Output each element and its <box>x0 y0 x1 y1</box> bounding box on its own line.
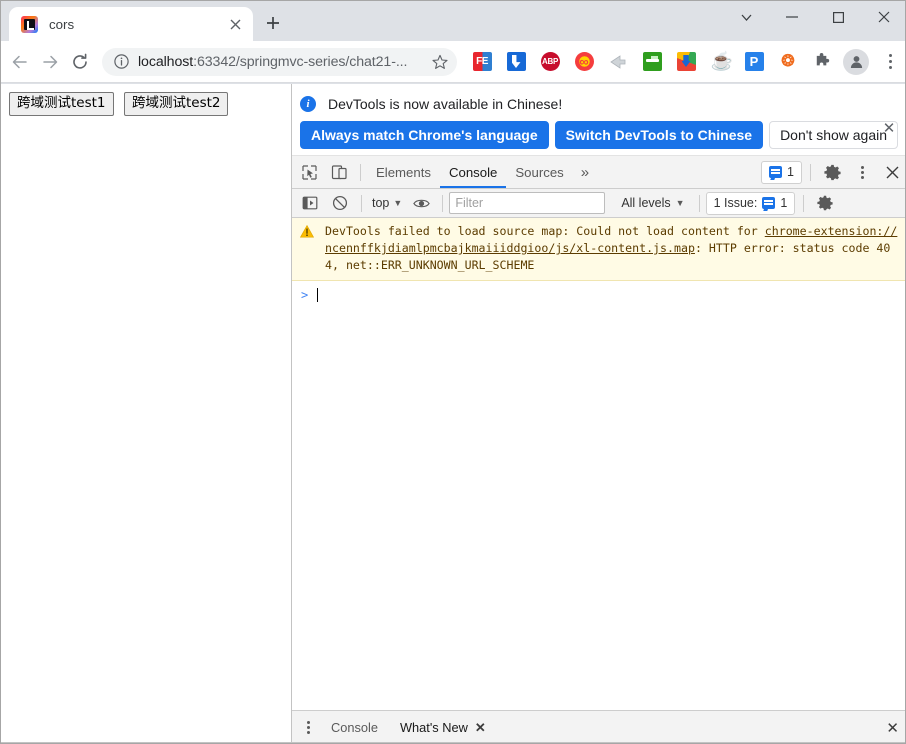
window-minimize-button[interactable] <box>769 1 815 33</box>
window-controls <box>723 1 906 41</box>
adblock-plus-extension-icon[interactable]: ABP <box>536 48 564 76</box>
console-filter-toolbar: top ▼ Filter All levels ▼ 1 Issue: 1 <box>292 189 906 218</box>
url-path: :63342/springmvc-series/chat21-... <box>193 54 407 70</box>
new-tab-button[interactable] <box>259 9 287 37</box>
devtools-close-icon[interactable] <box>878 159 906 185</box>
pocket-extension-icon[interactable]: P <box>740 48 768 76</box>
address-bar-url: localhost:63342/springmvc-series/chat21-… <box>138 54 427 70</box>
intellij-idea-favicon-icon <box>21 16 38 33</box>
window-bottom-edge <box>1 742 906 743</box>
issues-count: 1 <box>787 165 794 179</box>
tab-console[interactable]: Console <box>440 156 506 188</box>
tab-title: cors <box>49 17 225 32</box>
console-prompt[interactable]: > <box>292 284 906 305</box>
url-host: localhost <box>138 54 193 70</box>
tab-sources[interactable]: Sources <box>506 156 572 188</box>
chevron-down-icon: ▼ <box>393 198 402 208</box>
devtools-menu-icon[interactable] <box>848 159 876 185</box>
cors-test-button-1[interactable]: 跨域测试test1 <box>9 92 114 116</box>
console-output: DevTools failed to load source map: Coul… <box>292 218 906 710</box>
divider <box>360 164 361 181</box>
console-issues-chip[interactable]: 1 Issue: 1 <box>706 192 796 215</box>
switch-devtools-to-chinese-button[interactable]: Switch DevTools to Chinese <box>555 121 763 149</box>
tab-strip: cors <box>1 1 906 41</box>
drawer-menu-icon[interactable] <box>296 716 320 740</box>
console-sidebar-icon[interactable] <box>296 190 324 216</box>
drawer-tab-console[interactable]: Console <box>320 711 389 744</box>
console-text-cursor <box>317 288 318 302</box>
quick-extension-icon[interactable]: ❂ <box>774 48 802 76</box>
back-button[interactable] <box>7 45 33 79</box>
browser-window: cors <box>0 0 906 744</box>
divider <box>361 195 362 212</box>
warning-prefix: DevTools failed to load source map: Coul… <box>325 224 765 238</box>
execution-context-value: top <box>372 196 389 210</box>
divider <box>699 195 700 212</box>
issues-count: 1 <box>780 196 787 210</box>
console-prompt-caret-icon: > <box>301 288 308 302</box>
execution-context-selector[interactable]: top ▼ <box>368 196 406 210</box>
notification-close-icon[interactable]: ✕ <box>880 120 898 138</box>
extensions-puzzle-icon[interactable] <box>808 48 836 76</box>
console-warning-message[interactable]: DevTools failed to load source map: Coul… <box>292 218 906 281</box>
tab-elements[interactable]: Elements <box>367 156 440 188</box>
divider <box>810 164 811 181</box>
devtools-tab-bar: Elements Console Sources » 1 <box>292 156 906 189</box>
divider <box>442 195 443 212</box>
browser-menu-icon[interactable] <box>876 48 904 76</box>
console-settings-gear-icon[interactable] <box>811 190 839 216</box>
drawer-close-icon[interactable]: ✕ <box>886 719 899 737</box>
drawer-tab-label: What's New <box>400 720 468 735</box>
more-tabs-icon[interactable]: » <box>573 164 597 181</box>
drawer-tab-close-icon[interactable]: ✕ <box>475 720 486 736</box>
window-close-button[interactable] <box>861 1 906 33</box>
cors-test-button-2[interactable]: 跨域测试test2 <box>124 92 229 116</box>
live-expression-eye-icon[interactable] <box>407 190 435 216</box>
warning-message-text: DevTools failed to load source map: Coul… <box>325 223 901 274</box>
device-toolbar-icon[interactable] <box>325 159 353 185</box>
log-levels-selector[interactable]: All levels ▼ <box>613 196 692 210</box>
issues-message-icon <box>769 166 782 178</box>
always-match-chrome-language-button[interactable]: Always match Chrome's language <box>300 121 549 149</box>
feedly-extension-icon[interactable]: FE <box>468 48 496 76</box>
console-filter-input[interactable]: Filter <box>449 192 605 214</box>
forward-button[interactable] <box>37 45 63 79</box>
site-info-icon[interactable] <box>111 52 131 72</box>
devtools-drawer: Console What's New ✕ ✕ <box>292 710 906 744</box>
clear-console-icon[interactable] <box>326 190 354 216</box>
issues-label: 1 Issue: <box>714 196 758 210</box>
devtools-panel: i DevTools is now available in Chinese! … <box>292 84 906 744</box>
inspect-element-icon[interactable] <box>295 159 323 185</box>
divider <box>803 195 804 212</box>
address-bar[interactable]: localhost:63342/springmvc-series/chat21-… <box>102 48 457 76</box>
evernote-web-clipper-extension-icon[interactable]: ☕ <box>706 48 734 76</box>
log-levels-value: All levels <box>621 196 670 210</box>
bookmark-star-icon[interactable] <box>427 49 453 75</box>
extension-icons: FE ABP ☕ P ❂ <box>465 48 906 76</box>
notification-message: DevTools is now available in Chinese! <box>328 96 562 112</box>
browser-toolbar: localhost:63342/springmvc-series/chat21-… <box>1 41 906 83</box>
reload-button[interactable] <box>67 45 93 79</box>
devtools-language-notification: i DevTools is now available in Chinese! … <box>292 84 906 156</box>
infinity-newtab-extension-icon[interactable] <box>570 48 598 76</box>
issues-counter-chip[interactable]: 1 <box>761 161 802 184</box>
info-icon: i <box>300 96 316 112</box>
chevron-down-icon: ▼ <box>676 198 685 208</box>
drawer-tab-whats-new[interactable]: What's New ✕ <box>389 711 497 744</box>
tab-close-icon[interactable] <box>225 14 245 34</box>
dont-show-again-button[interactable]: Don't show again <box>769 121 898 149</box>
tab-search-chevron-down-icon[interactable] <box>723 1 769 33</box>
drawer-tab-label: Console <box>331 720 378 735</box>
download-manager-extension-icon[interactable] <box>502 48 530 76</box>
devtools-settings-gear-icon[interactable] <box>818 159 846 185</box>
toolbox-extension-icon[interactable] <box>638 48 666 76</box>
page-viewport: 跨域测试test1 跨域测试test2 <box>1 84 292 744</box>
browser-tab-cors[interactable]: cors <box>9 7 253 41</box>
window-maximize-button[interactable] <box>815 1 861 33</box>
issues-message-icon <box>762 197 775 209</box>
idm-integration-extension-icon[interactable] <box>672 48 700 76</box>
grey-arrow-extension-icon[interactable] <box>604 48 632 76</box>
account-avatar-icon[interactable] <box>842 48 870 76</box>
warning-triangle-icon <box>300 225 314 239</box>
